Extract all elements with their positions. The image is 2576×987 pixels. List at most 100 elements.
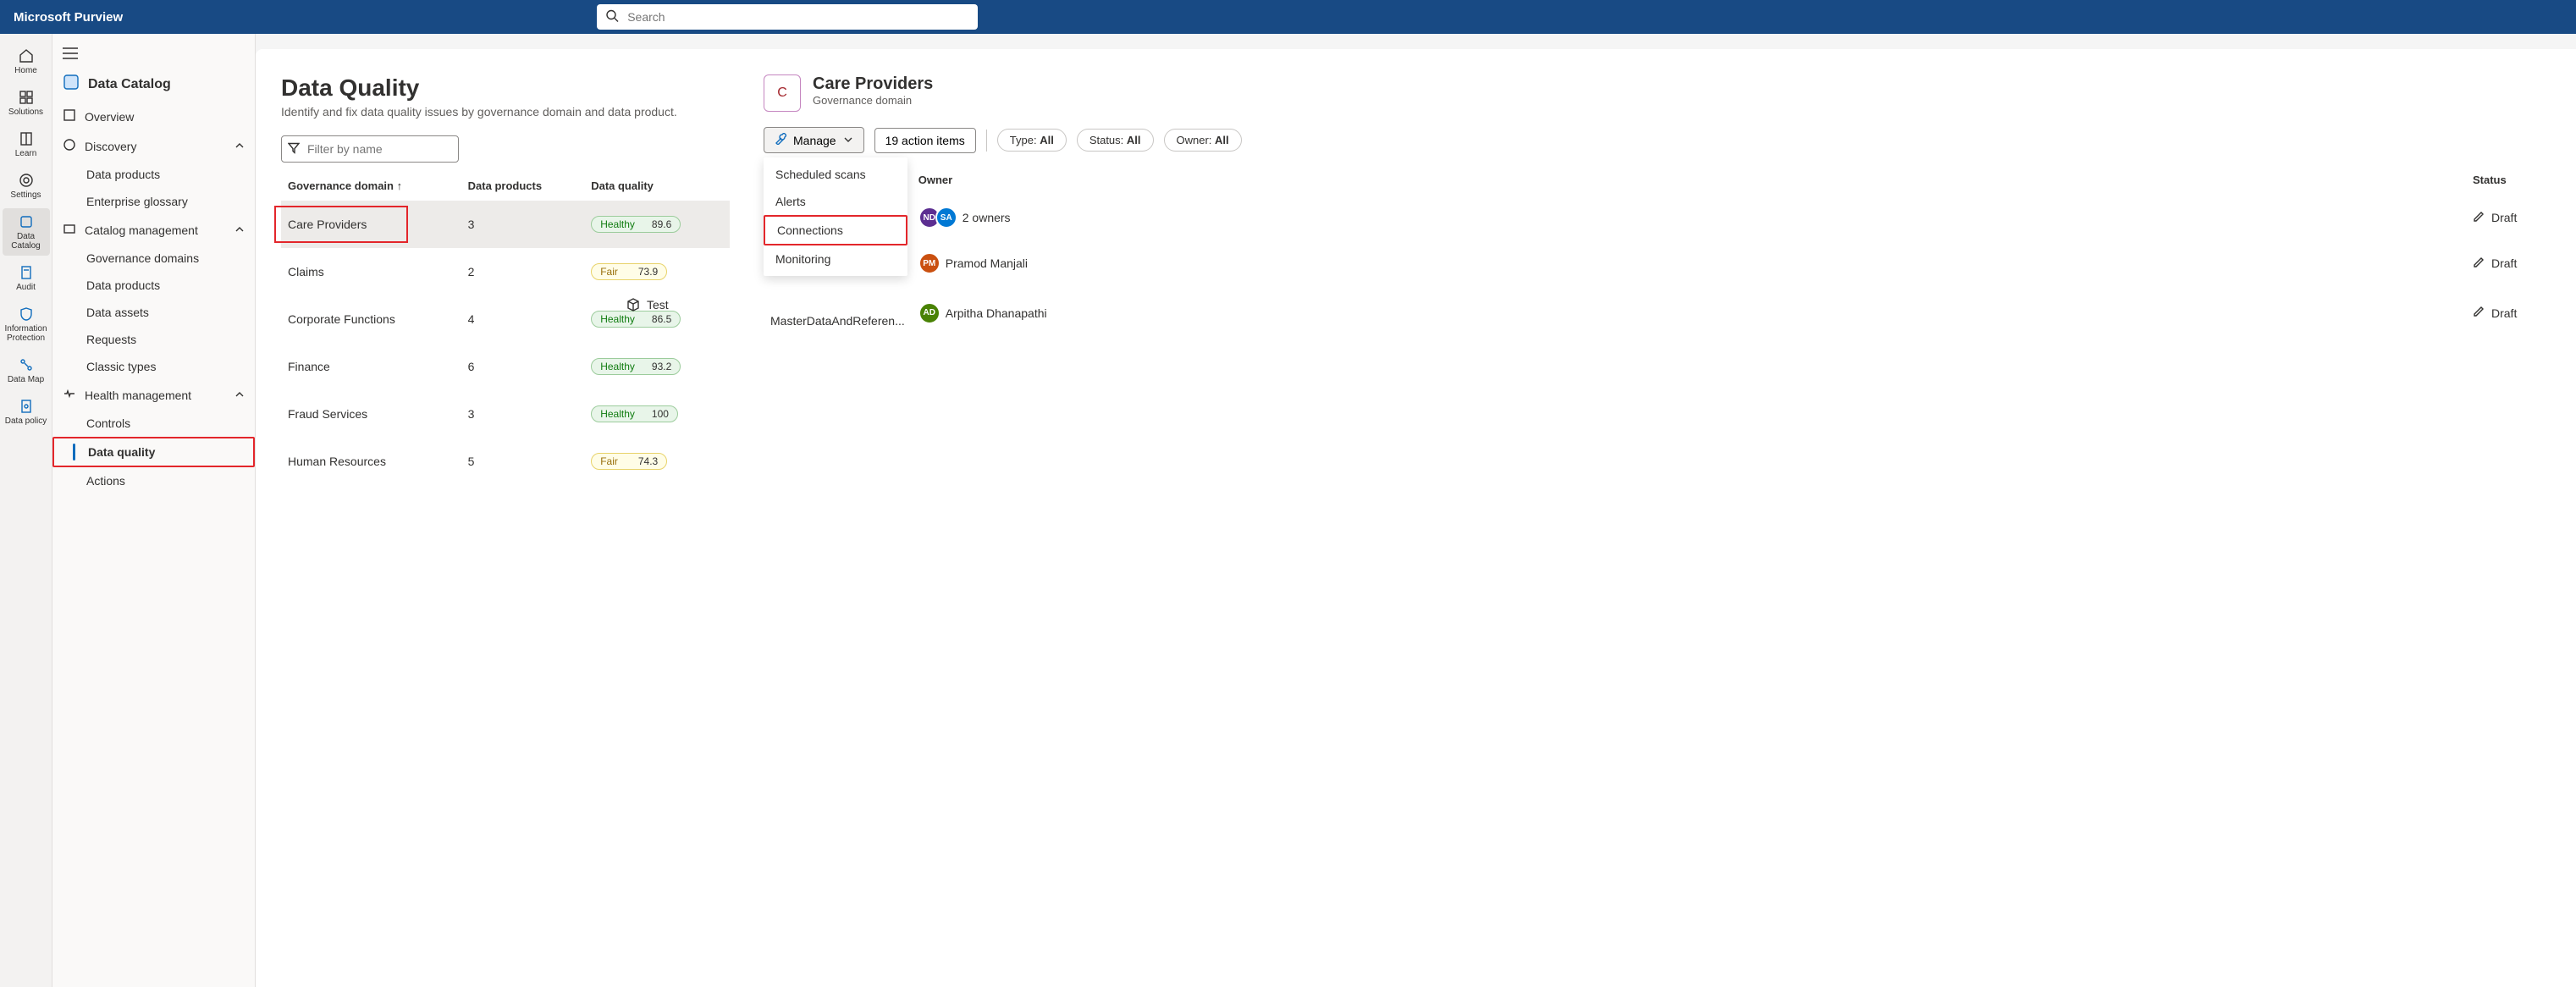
table-row[interactable]: Claims2Fair73.9: [281, 248, 730, 295]
product-owner-cell: PMPramod Manjali: [912, 240, 2466, 286]
action-items-button[interactable]: 19 action items: [874, 128, 976, 153]
domain-quality-cell: Healthy100: [584, 390, 730, 438]
filter-by-name[interactable]: [281, 135, 459, 163]
sidebar-cm-data-products[interactable]: Data products: [52, 272, 255, 299]
table-row[interactable]: Human Resources5Fair74.3: [281, 438, 730, 485]
dropdown-monitoring[interactable]: Monitoring: [764, 245, 907, 273]
map-icon: [19, 356, 34, 373]
table-row[interactable]: DatasetPMPramod ManjaliDraft: [764, 240, 2551, 286]
global-search[interactable]: [597, 4, 978, 30]
products-table: Type Owner Status AnalyticalNDSA2 owners…: [764, 165, 2551, 339]
rail-settings[interactable]: Settings: [3, 167, 50, 205]
dropdown-connections[interactable]: Connections: [764, 215, 907, 245]
rail-solutions[interactable]: Solutions: [3, 84, 50, 122]
edit-icon: [2473, 211, 2485, 225]
sidebar-requests[interactable]: Requests: [52, 326, 255, 353]
col-governance-domain[interactable]: Governance domain: [281, 171, 461, 201]
folder-icon: [63, 222, 76, 238]
table-row[interactable]: Fraud Services3Healthy100: [281, 390, 730, 438]
table-row[interactable]: AnalyticalNDSA2 ownersDraft: [764, 195, 2551, 240]
col-owner[interactable]: Owner: [912, 165, 2466, 195]
rail-data-map[interactable]: Data Map: [3, 351, 50, 389]
brand-label: Microsoft Purview: [14, 10, 123, 25]
sidebar-catalog-management[interactable]: Catalog management: [52, 215, 255, 245]
hamburger-button[interactable]: [52, 42, 255, 67]
cube-icon: [626, 298, 640, 314]
domain-subtitle: Governance domain: [813, 94, 933, 107]
domain-quality-cell: Healthy93.2: [584, 343, 730, 390]
chip-status[interactable]: Status: All: [1077, 129, 1154, 152]
rail-data-catalog[interactable]: Data Catalog: [3, 208, 50, 256]
sidebar-health-management[interactable]: Health management: [52, 380, 255, 410]
audit-icon: [19, 264, 34, 281]
policy-icon: [19, 398, 34, 415]
chevron-down-icon: [843, 134, 853, 147]
filter-input[interactable]: [281, 135, 459, 163]
chevron-up-icon: [234, 223, 245, 237]
filter-icon: [288, 142, 300, 157]
domain-products-cell: 4: [461, 295, 585, 343]
home-icon: [19, 47, 34, 64]
sidebar-actions[interactable]: Actions: [52, 467, 255, 494]
nav-rail: Home Solutions Learn Settings Data Catal…: [0, 34, 52, 987]
avatar: SA: [935, 207, 957, 229]
catalog-icon: [19, 213, 34, 230]
edit-icon: [2473, 306, 2485, 320]
domain-detail-pane: C Care Providers Governance domain Manag…: [764, 74, 2551, 987]
edit-icon: [2473, 256, 2485, 271]
product-owner-cell: ADArpitha Dhanapathi: [912, 286, 2466, 339]
domain-products-cell: 5: [461, 438, 585, 485]
sidebar-classic-types[interactable]: Classic types: [52, 353, 255, 380]
book-icon: [19, 130, 34, 147]
chip-owner[interactable]: Owner: All: [1164, 129, 1242, 152]
table-row[interactable]: TestMasterDataAndReferen...ADArpitha Dha…: [764, 286, 2551, 339]
manage-button[interactable]: Manage: [764, 127, 864, 153]
domain-name-cell: Human Resources: [281, 438, 461, 485]
sidebar-data-assets[interactable]: Data assets: [52, 299, 255, 326]
col-data-products[interactable]: Data products: [461, 171, 585, 201]
domain-name-cell: Corporate Functions: [281, 295, 461, 343]
chip-type[interactable]: Type: All: [997, 129, 1067, 152]
rail-learn[interactable]: Learn: [3, 125, 50, 163]
detail-toolbar: Manage Scheduled scans Alerts Connection…: [764, 127, 2551, 153]
chevron-up-icon: [234, 140, 245, 153]
domain-products-cell: 3: [461, 390, 585, 438]
product-status-cell: Draft: [2466, 240, 2551, 286]
sidebar-governance-domains[interactable]: Governance domains: [52, 245, 255, 272]
sidebar-discovery-data-products[interactable]: Data products: [52, 161, 255, 188]
rail-data-policy[interactable]: Data policy: [3, 393, 50, 431]
shield-icon: [19, 306, 34, 323]
col-status[interactable]: Status: [2466, 165, 2551, 195]
sidebar-controls[interactable]: Controls: [52, 410, 255, 437]
domains-table: Governance domain Data products Data qua…: [281, 171, 730, 485]
sidebar-discovery[interactable]: Discovery: [52, 131, 255, 161]
rail-home[interactable]: Home: [3, 42, 50, 80]
search-icon: [605, 9, 619, 25]
grid-icon: [19, 89, 34, 106]
sidebar-data-quality[interactable]: Data quality: [52, 437, 255, 467]
domain-products-cell: 6: [461, 343, 585, 390]
chevron-up-icon: [234, 389, 245, 402]
product-owner-cell: NDSA2 owners: [912, 195, 2466, 240]
overview-icon: [63, 108, 76, 124]
col-data-quality[interactable]: Data quality: [584, 171, 730, 201]
dropdown-alerts[interactable]: Alerts: [764, 188, 907, 215]
table-row[interactable]: Care Providers3Healthy89.6: [281, 201, 730, 248]
table-row[interactable]: Finance6Healthy93.2: [281, 343, 730, 390]
domain-badge: C: [764, 74, 801, 112]
search-input[interactable]: [597, 4, 978, 30]
compass-icon: [63, 138, 76, 154]
domain-name-cell: Claims: [281, 248, 461, 295]
sidebar: Data Catalog Overview Discovery Data pro…: [52, 34, 256, 987]
top-bar: Microsoft Purview: [0, 0, 2576, 34]
sidebar-discovery-glossary[interactable]: Enterprise glossary: [52, 188, 255, 215]
domain-title: Care Providers: [813, 74, 933, 94]
product-status-cell: Draft: [2466, 195, 2551, 240]
domain-quality-cell: Healthy89.6: [584, 201, 730, 248]
catalog-icon: [63, 74, 80, 95]
sidebar-overview[interactable]: Overview: [52, 102, 255, 131]
dropdown-scheduled-scans[interactable]: Scheduled scans: [764, 161, 907, 188]
rail-info-protection[interactable]: Information Protection: [3, 301, 50, 348]
rail-audit[interactable]: Audit: [3, 259, 50, 297]
domain-name-cell: Finance: [281, 343, 461, 390]
